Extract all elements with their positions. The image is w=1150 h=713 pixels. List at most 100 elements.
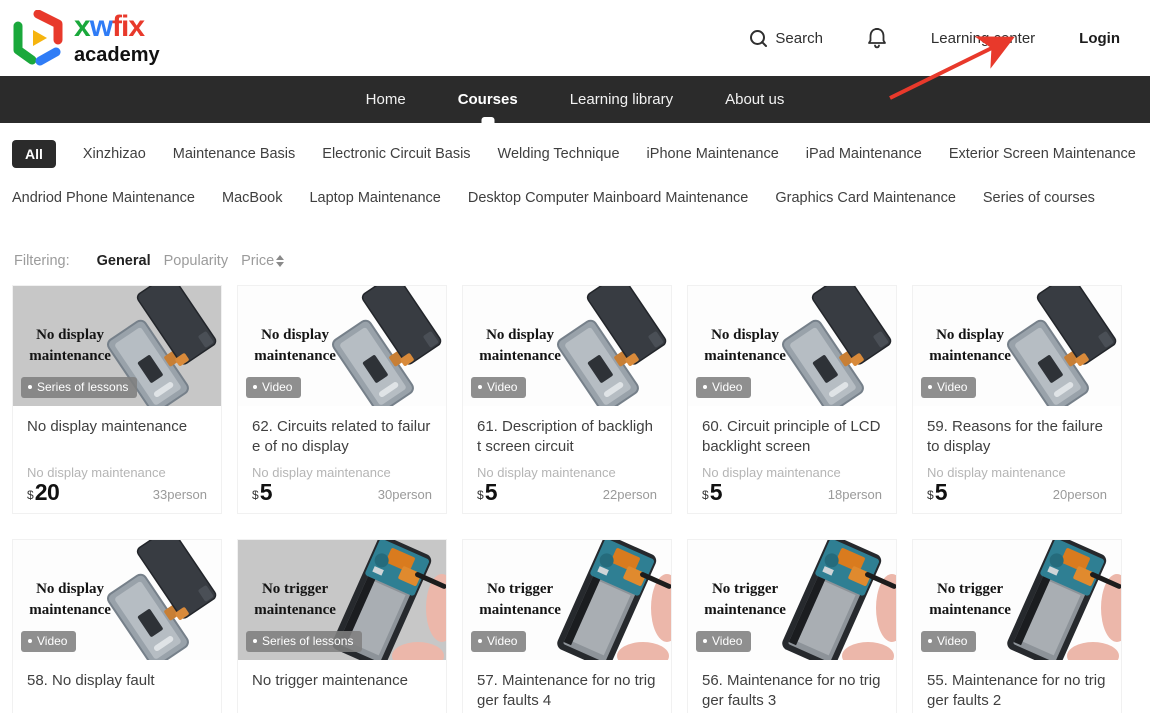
category-chip[interactable]: MacBook (222, 185, 282, 211)
search-button[interactable]: Search (749, 29, 823, 48)
course-type-badge: Video (471, 377, 526, 398)
nav-item[interactable]: Learning library (566, 76, 677, 123)
category-chip[interactable]: Laptop Maintenance (309, 185, 440, 211)
nav-item[interactable]: Home (362, 76, 410, 123)
enrolled-count: 20person (1053, 487, 1107, 504)
currency-symbol: $ (927, 488, 934, 504)
bullet-dot-icon (28, 385, 32, 389)
course-title: No display maintenance (27, 417, 207, 457)
filter-option[interactable]: Price (241, 253, 284, 269)
course-price: $20 (27, 480, 59, 504)
bullet-dot-icon (928, 385, 932, 389)
category-chip[interactable]: iPad Maintenance (806, 141, 922, 167)
header: xwfix academy Search Learning center Log… (0, 0, 1150, 76)
course-card[interactable]: No display maintenance (462, 285, 672, 514)
course-subtitle: No display maintenance (702, 465, 882, 480)
category-chip-label: Xinzhizao (83, 146, 146, 162)
category-chip[interactable]: All (12, 140, 56, 168)
bullet-dot-icon (478, 385, 482, 389)
course-type-badge: Video (696, 631, 751, 652)
course-type-badge: Series of lessons (21, 377, 137, 398)
magnifier-icon (749, 29, 768, 48)
logo-subtitle: academy (74, 45, 160, 65)
course-card[interactable]: No trigger maintenance (462, 539, 672, 713)
category-chip[interactable]: Exterior Screen Maintenance (949, 141, 1136, 167)
price-row: $5 18person (702, 480, 882, 504)
course-card[interactable]: No display maintenance (237, 285, 447, 514)
course-thumbnail: No display maintenance (913, 286, 1121, 406)
bullet-dot-icon (478, 639, 482, 643)
course-card[interactable]: No display maintenance (12, 539, 222, 713)
course-price: $5 (477, 480, 497, 504)
course-subtitle: No display maintenance (477, 465, 657, 480)
main-nav: Home Courses Learning library About us (0, 76, 1150, 123)
course-type-badge: Video (471, 631, 526, 652)
category-chip-label: MacBook (222, 190, 282, 206)
enrolled-count: 18person (828, 487, 882, 504)
price-amount: 5 (485, 480, 497, 504)
learning-center-link[interactable]: Learning center (931, 30, 1035, 47)
course-type-badge: Video (921, 631, 976, 652)
course-card[interactable]: No display maintenance (687, 285, 897, 514)
price-row: $5 30person (252, 480, 432, 504)
up-down-arrows-icon (276, 255, 284, 267)
course-thumbnail: No display maintenance (238, 286, 446, 406)
category-filter-list: All Xinzhizao Maintenance Basis Electronic … (0, 123, 1150, 211)
category-chip[interactable]: iPhone Maintenance (647, 141, 779, 167)
nav-item-label: About us (725, 91, 784, 108)
badge-label: Video (712, 380, 742, 394)
filter-option-label: Price (241, 253, 274, 269)
logo-wordmark: xwfix (74, 12, 160, 42)
course-thumbnail: No display maintenance (13, 286, 221, 406)
course-type-badge: Video (696, 377, 751, 398)
course-title: 55. Maintenance for no trigger faults 2 (927, 671, 1107, 711)
badge-label: Video (712, 634, 742, 648)
category-chip[interactable]: Andriod Phone Maintenance (12, 185, 195, 211)
course-card[interactable]: No display maintenance (12, 285, 222, 514)
category-chip[interactable]: Xinzhizao (83, 141, 146, 167)
course-card[interactable]: No trigger maintenance (912, 539, 1122, 713)
thumbnail-caption: No display maintenance (238, 325, 346, 367)
thumbnail-caption: No display maintenance (913, 325, 1021, 367)
category-chip[interactable]: Electronic Circuit Basis (322, 141, 470, 167)
course-title: 59. Reasons for the failure to display (927, 417, 1107, 457)
badge-label: Video (937, 634, 967, 648)
badge-label: Video (262, 380, 292, 394)
nav-item[interactable]: Courses (454, 76, 522, 123)
thumbnail-caption: No trigger maintenance (913, 579, 1021, 621)
bullet-dot-icon (703, 639, 707, 643)
category-chip[interactable]: Graphics Card Maintenance (775, 185, 956, 211)
notifications-button[interactable] (867, 27, 887, 49)
course-card[interactable]: No display maintenance (912, 285, 1122, 514)
category-chip[interactable]: Welding Technique (498, 141, 620, 167)
enrolled-count: 22person (603, 487, 657, 504)
category-chip-label: Series of courses (983, 190, 1095, 206)
currency-symbol: $ (27, 488, 34, 504)
filter-option-label: General (97, 253, 151, 269)
course-thumbnail: No display maintenance (13, 540, 221, 660)
course-price: $5 (702, 480, 722, 504)
nav-item[interactable]: About us (721, 76, 788, 123)
login-button[interactable]: Login (1079, 30, 1120, 47)
course-type-badge: Series of lessons (246, 631, 362, 652)
logo[interactable]: xwfix academy (10, 10, 160, 66)
course-grid: No display maintenance (12, 285, 1138, 713)
category-chip[interactable]: Series of courses (983, 185, 1095, 211)
course-title: 56. Maintenance for no trigger faults 3 (702, 671, 882, 711)
course-card[interactable]: No trigger maintenance (687, 539, 897, 713)
course-type-badge: Video (921, 377, 976, 398)
course-thumbnail: No trigger maintenance (688, 540, 896, 660)
category-chip-label: iPhone Maintenance (647, 146, 779, 162)
category-chip[interactable]: Maintenance Basis (173, 141, 296, 167)
course-title: 60. Circuit principle of LCD backlight s… (702, 417, 882, 457)
thumbnail-caption: No trigger maintenance (463, 579, 571, 621)
course-thumbnail: No trigger maintenance (238, 540, 446, 660)
course-card-body: 60. Circuit principle of LCD backlight s… (688, 406, 896, 514)
filter-option[interactable]: General (97, 253, 151, 269)
nav-item-label: Courses (458, 91, 518, 108)
filter-option[interactable]: Popularity (164, 253, 228, 269)
category-chip[interactable]: Desktop Computer Mainboard Maintenance (468, 185, 748, 211)
course-title: 62. Circuits related to failure of no di… (252, 417, 432, 457)
course-card[interactable]: No trigger maintenance (237, 539, 447, 713)
price-row: $20 33person (27, 480, 207, 504)
